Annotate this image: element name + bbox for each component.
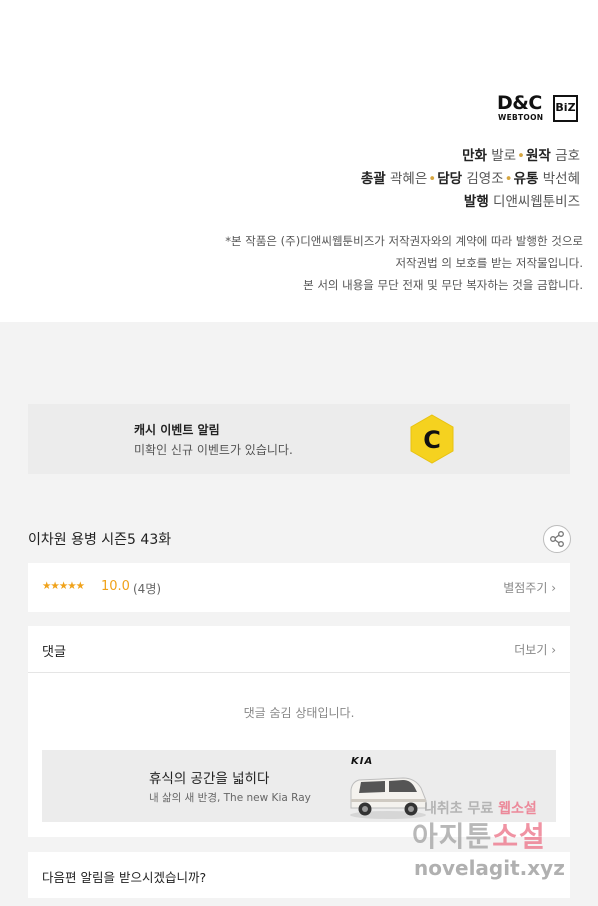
credits-block: 만화 발로•원작 금호 총괄 곽혜은•담당 김영조•유통 박선혜 발행 디앤씨웹… — [361, 145, 580, 214]
rating-count: (4명) — [133, 582, 162, 596]
credit-separator: • — [504, 171, 513, 187]
ad-subtitle: 내 삶의 새 반경, The new Kia Ray — [149, 792, 311, 804]
watermark-line-2: 아지툰소설 — [412, 815, 546, 855]
credit-role: 총괄 — [360, 171, 386, 187]
notice-line: *본 작품은 (주)디앤씨웹툰비즈가 저작권자와의 계약에 따라 발행한 것으로 — [225, 234, 583, 248]
logo-badge: BiZ — [553, 95, 578, 122]
credit-name: 디앤씨웹툰비즈 — [493, 194, 580, 210]
credit-role: 담당 — [437, 171, 463, 187]
share-icon — [550, 531, 564, 547]
episode-title: 이차원 용병 시즌5 43화 — [28, 532, 172, 548]
credit-name: 곽혜은 — [389, 171, 428, 187]
credits-line-2: 총괄 곽혜은•담당 김영조•유통 박선혜 — [361, 168, 580, 191]
publisher-logo: D&C WEBTOON BiZ — [497, 94, 581, 124]
notice-line: 본 서의 내용을 무단 전재 및 무단 복자하는 것을 금합니다. — [303, 278, 583, 292]
notice-line: 저작권법 의 보호를 받는 저작물입니다. — [395, 256, 583, 270]
credit-role: 원작 — [526, 148, 551, 164]
episode-end-credits: D&C WEBTOON BiZ 만화 발로•원작 금호 총괄 곽혜은•담당 김영… — [0, 0, 598, 322]
watermark-text: 아지툰 — [412, 820, 493, 853]
rating-card: ★★★★★ 10.0 (4명) 별점주기 › — [28, 563, 570, 612]
next-episode-alert-question: 다음편 알림을 받으시겠습니까? — [42, 870, 207, 885]
copyright-notice: *본 작품은 (주)디앤씨웹툰비즈가 저작권자와의 계약에 따라 발행한 것으로… — [225, 230, 583, 296]
cash-coin-icon: C — [410, 414, 454, 464]
coin-letter: C — [423, 426, 441, 454]
share-button[interactable] — [543, 525, 571, 553]
watermark-text: 소설 — [492, 820, 546, 853]
credit-separator: • — [428, 171, 437, 187]
credit-name: 발로 — [491, 148, 517, 164]
cash-event-subtitle: 미확인 신규 이벤트가 있습니다. — [134, 443, 293, 457]
credits-line-3: 발행 디앤씨웹툰비즈 — [361, 191, 580, 214]
comments-label: 댓글 — [42, 645, 66, 660]
kia-logo: KIA — [351, 756, 374, 767]
credits-line-1: 만화 발로•원작 금호 — [361, 145, 580, 168]
ad-title: 휴식의 공간을 넓히다 — [149, 771, 270, 787]
logo-main: D&C — [497, 92, 542, 114]
credit-role: 발행 — [463, 194, 489, 210]
credit-role: 만화 — [462, 148, 487, 164]
credit-name: 김영조 — [466, 171, 504, 187]
comments-hidden-message: 댓글 숨김 상태입니다. — [243, 706, 355, 720]
rating-score: 10.0 — [101, 579, 130, 594]
credit-separator: • — [517, 148, 526, 164]
cash-event-banner[interactable]: 캐시 이벤트 알림 미확인 신규 이벤트가 있습니다. C — [28, 404, 570, 474]
comments-header: 댓글 더보기 › — [28, 626, 570, 673]
credit-name: 금호 — [555, 148, 580, 164]
rating-stars: ★★★★★ — [42, 580, 85, 592]
credit-role: 유통 — [513, 171, 539, 187]
rate-button[interactable]: 별점주기 › — [503, 579, 556, 596]
cash-event-title: 캐시 이벤트 알림 — [134, 423, 220, 437]
credit-name: 박선혜 — [542, 171, 580, 187]
watermark-url: novelagit.xyz — [414, 856, 565, 880]
site-watermark: 내취초 무료 웹소설 아지툰소설 novelagit.xyz — [412, 798, 590, 888]
logo-sub: WEBTOON — [498, 113, 544, 122]
comments-more-button[interactable]: 더보기 › — [514, 641, 556, 658]
